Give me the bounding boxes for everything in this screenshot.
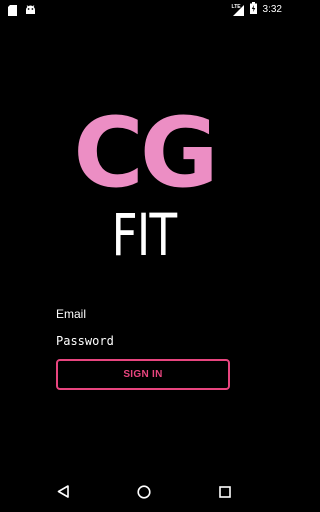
password-input[interactable] <box>56 330 232 352</box>
sign-in-button[interactable]: SIGN IN <box>56 359 230 390</box>
navigation-bar <box>0 476 288 512</box>
network-type-label: LTE <box>231 3 241 10</box>
android-debug-icon <box>25 3 36 21</box>
back-button[interactable] <box>51 484 75 504</box>
password-field[interactable] <box>56 330 232 352</box>
logo-subtitle: FIT <box>111 201 177 269</box>
sd-card-icon <box>8 3 17 21</box>
recent-apps-button[interactable] <box>213 484 237 504</box>
logo-letters: CG <box>73 97 218 209</box>
signal-icon: LTE <box>232 4 244 16</box>
status-bar-left <box>8 3 36 21</box>
back-icon <box>57 485 69 503</box>
recent-apps-icon <box>219 485 231 503</box>
battery-charging-icon <box>249 2 257 17</box>
email-field[interactable] <box>56 303 232 325</box>
status-time: 3:32 <box>262 3 282 15</box>
home-icon <box>137 484 151 504</box>
email-input[interactable] <box>56 303 232 325</box>
app-logo: CG FIT <box>0 105 288 265</box>
status-bar-right: LTE 3:32 <box>232 2 282 17</box>
home-button[interactable] <box>132 484 156 504</box>
status-bar: LTE 3:32 <box>0 0 288 18</box>
